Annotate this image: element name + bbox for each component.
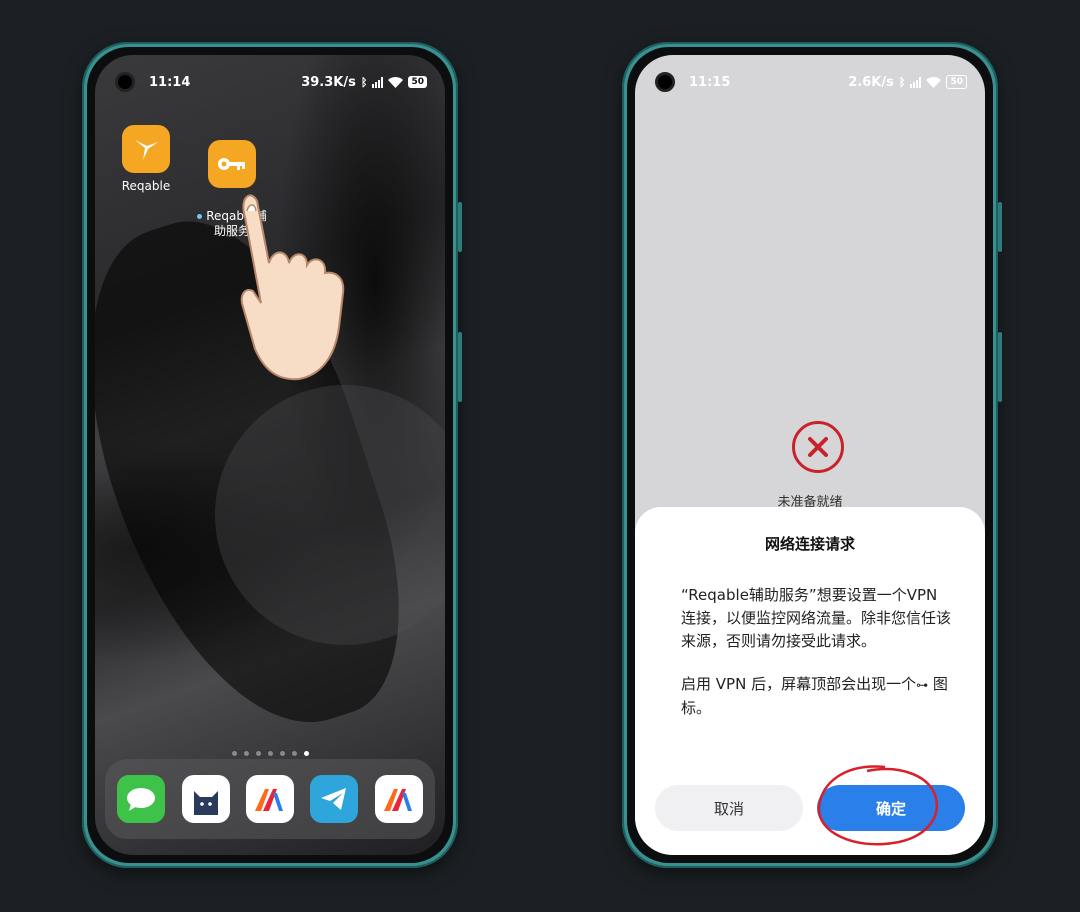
status-bar: 11:14 39.3K/s ᛒ 50 <box>95 69 445 95</box>
cancel-button[interactable]: 取消 <box>655 785 803 831</box>
volume-button <box>458 202 462 252</box>
dialog-message: “Reqable辅助服务”想要设置一个VPN 连接，以便监控网络流量。除非您信任… <box>681 586 952 650</box>
vpn-key-icon: ⊶ <box>916 678 929 692</box>
reqable-red-icon[interactable] <box>245 775 294 823</box>
bezel: 11:15 2.6K/s ᛒ 50 未准备就绪 网络连接请求 “Reqable辅… <box>627 47 993 863</box>
bezel: 11:14 39.3K/s ᛒ 50 Reqable Reqable辅 助服务 <box>87 47 453 863</box>
dock <box>105 759 435 839</box>
battery-icon: 50 <box>408 76 427 88</box>
dialog-title: 网络连接请求 <box>764 535 855 553</box>
app-reqable[interactable]: Reqable <box>101 125 191 194</box>
right-phone: 11:15 2.6K/s ᛒ 50 未准备就绪 网络连接请求 “Reqable辅… <box>622 42 1002 868</box>
vpn-request-dialog: 网络连接请求 “Reqable辅助服务”想要设置一个VPN 连接，以便监控网络流… <box>635 507 985 855</box>
home-screen: 11:14 39.3K/s ᛒ 50 Reqable Reqable辅 助服务 <box>95 55 445 855</box>
dialog-body: “Reqable辅助服务”想要设置一个VPN 连接，以便监控网络流量。除非您信任… <box>681 584 953 720</box>
camera-cutout <box>655 72 675 92</box>
wifi-icon <box>388 76 404 88</box>
cat-app-icon[interactable] <box>181 775 230 823</box>
pointing-hand-icon <box>240 194 345 381</box>
page-indicator[interactable] <box>95 751 445 756</box>
power-button <box>458 332 462 402</box>
signal-icon <box>372 76 384 88</box>
volume-button <box>998 202 1002 252</box>
signal-icon <box>910 76 922 88</box>
status-right: 2.6K/s ᛒ 50 <box>848 75 967 90</box>
net-speed: 39.3K/s <box>301 74 356 90</box>
camera-cutout <box>115 72 135 92</box>
bluetooth-icon: ᛒ <box>360 75 368 89</box>
status-right: 39.3K/s ᛒ 50 <box>301 75 427 90</box>
hummingbird-icon <box>122 125 170 173</box>
vpn-screen: 11:15 2.6K/s ᛒ 50 未准备就绪 网络连接请求 “Reqable辅… <box>635 55 985 855</box>
battery-icon: 50 <box>946 75 967 89</box>
reqable-red-icon[interactable] <box>374 775 423 823</box>
status-bar: 11:15 2.6K/s ᛒ 50 <box>635 69 985 95</box>
status-time: 11:15 <box>689 74 731 90</box>
dialog-note-text: 启用 VPN 后，屏幕顶部会出现一个 <box>681 675 917 693</box>
error-x-icon <box>792 421 844 473</box>
messages-icon[interactable] <box>117 775 166 823</box>
status-time: 11:14 <box>149 74 191 90</box>
wifi-icon <box>926 76 942 88</box>
net-speed: 2.6K/s <box>848 74 894 90</box>
highlight-circle-annotation <box>817 765 939 846</box>
app-label: Reqable <box>121 179 171 193</box>
new-install-dot <box>197 214 203 219</box>
dialog-note: 启用 VPN 后，屏幕顶部会出现一个⊶ 图标。 <box>681 673 953 720</box>
stage: 11:14 39.3K/s ᛒ 50 Reqable Reqable辅 助服务 … <box>0 0 1080 912</box>
bluetooth-icon: ᛒ <box>898 75 906 89</box>
telegram-icon[interactable] <box>310 775 359 823</box>
left-phone: 11:14 39.3K/s ᛒ 50 Reqable Reqable辅 助服务 <box>82 42 462 868</box>
power-button <box>998 332 1002 402</box>
